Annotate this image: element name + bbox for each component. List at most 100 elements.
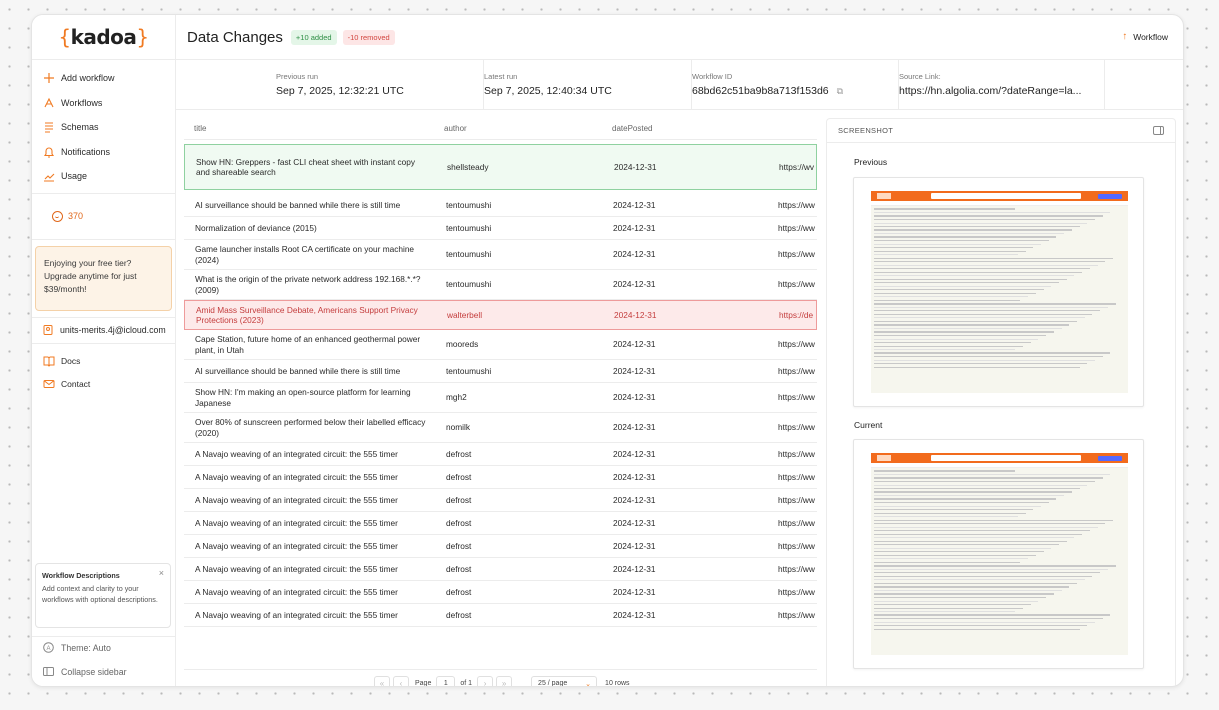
table-row[interactable]: Game launcher installs Root CA certifica… [184, 240, 817, 270]
page-input[interactable]: 1 [436, 675, 456, 686]
column-header-author[interactable]: author [444, 124, 467, 133]
cell-title: What is the origin of the private networ… [195, 274, 421, 295]
user-email: units-merits.4j@icloud.com [60, 325, 166, 335]
table-row[interactable]: What is the origin of the private networ… [184, 270, 817, 300]
screenshot-title: SCREENSHOT [838, 126, 894, 135]
table-row[interactable]: AI surveillance should be banned while t… [184, 360, 817, 383]
sidebar-item-docs[interactable]: Docs [32, 350, 175, 373]
current-screenshot-image [871, 453, 1128, 655]
table-row[interactable]: Over 80% of sunscreen performed below th… [184, 413, 817, 443]
sidebar: {kadoa} Add workflow Workflows Schemas N… [32, 15, 176, 686]
workflow-button[interactable]: ↑ Workflow [1122, 31, 1168, 42]
table-row[interactable]: Show HN: Greppers - fast CLI cheat sheet… [184, 144, 817, 190]
page-header: Data Changes +10 added -10 removed ↑ Wor… [176, 15, 1183, 60]
cell-url: https://ww [778, 392, 815, 403]
divider [32, 636, 176, 637]
cell-title: A Navajo weaving of an integrated circui… [195, 540, 398, 551]
user-account[interactable]: units-merits.4j@icloud.com [32, 318, 175, 344]
chevron-down-icon: ⌄ [585, 680, 592, 687]
table-row[interactable]: A Navajo weaving of an integrated circui… [184, 558, 817, 581]
table-row[interactable]: A Navajo weaving of an integrated circui… [184, 535, 817, 558]
kadoa-logo[interactable]: {kadoa} [58, 25, 149, 49]
workflow-desc-body: Add context and clarity to your workflow… [42, 584, 158, 604]
theme-toggle[interactable]: A Theme: Auto [43, 642, 111, 653]
cell-date: 2024-12-31 [613, 249, 656, 260]
cell-url: https://ww [778, 540, 815, 551]
table-row[interactable]: A Navajo weaving of an integrated circui… [184, 512, 817, 535]
current-screenshot[interactable] [853, 439, 1144, 669]
source-link-label: Source Link: [899, 72, 941, 81]
pagination-bar: « ‹ Page 1 of 1 › » 25 / page ⌄ 10 rows [184, 669, 817, 687]
theme-icon: A [43, 642, 54, 653]
cell-title: A Navajo weaving of an integrated circui… [195, 586, 398, 597]
collapse-sidebar-button[interactable]: Collapse sidebar [43, 666, 127, 677]
cell-url: https://ww [778, 249, 815, 260]
cell-date: 2024-12-31 [613, 392, 656, 403]
page-size-select[interactable]: 25 / page ⌄ [531, 675, 598, 687]
table-row[interactable]: A Navajo weaving of an integrated circui… [184, 581, 817, 604]
panel-toggle-icon[interactable] [1153, 126, 1164, 135]
sidebar-item-workflows[interactable]: Workflows [32, 91, 175, 116]
cell-date: 2024-12-31 [614, 161, 657, 172]
cell-url: https://ww [778, 365, 815, 376]
cell-date: 2024-12-31 [613, 222, 656, 233]
sidebar-item-usage[interactable]: Usage [32, 164, 175, 189]
rows-count: 10 rows [605, 680, 630, 687]
table-row[interactable]: A Navajo weaving of an integrated circui… [184, 604, 817, 627]
cell-date: 2024-12-31 [613, 279, 656, 290]
page-of-label: of 1 [460, 680, 473, 687]
column-header-dateposted[interactable]: datePosted [612, 124, 652, 133]
table-row[interactable]: Show HN: I'm making an open-source platf… [184, 383, 817, 413]
cell-date: 2024-12-31 [613, 365, 656, 376]
table-row[interactable]: A Navajo weaving of an integrated circui… [184, 443, 817, 466]
credits-counter[interactable]: 370 [32, 194, 175, 240]
upgrade-banner[interactable]: Enjoying your free tier? Upgrade anytime… [35, 245, 172, 311]
cell-title: A Navajo weaving of an integrated circui… [195, 609, 398, 620]
previous-screenshot-image [871, 191, 1128, 393]
sidebar-item-contact[interactable]: Contact [32, 373, 175, 396]
cell-title: A Navajo weaving of an integrated circui… [195, 471, 398, 482]
column-header-title[interactable]: title [194, 124, 206, 133]
bell-icon [43, 146, 55, 158]
cell-title: AI surveillance should be banned while t… [195, 365, 401, 376]
table-row[interactable]: Amid Mass Surveillance Debate, Americans… [184, 300, 817, 330]
sidebar-item-schemas[interactable]: Schemas [32, 115, 175, 140]
page-label: Page [415, 680, 432, 687]
cell-author: tentoumushi [446, 279, 492, 290]
previous-run-label: Previous run [276, 72, 319, 81]
next-page-icon[interactable]: › [477, 675, 494, 686]
previous-screenshot[interactable] [853, 177, 1144, 407]
cell-date: 2024-12-31 [613, 586, 656, 597]
workflow-id-value: 68bd62c51ba9b8a713f153d6 [692, 85, 829, 97]
source-link-value[interactable]: https://hn.algolia.com/?dateRange=la... [899, 85, 1104, 97]
first-page-icon[interactable]: « [374, 675, 390, 686]
table-row[interactable]: AI surveillance should be banned while t… [184, 194, 817, 217]
screenshot-header: SCREENSHOT [827, 119, 1175, 143]
table-row[interactable]: A Navajo weaving of an integrated circui… [184, 489, 817, 512]
removed-badge: -10 removed [342, 29, 395, 45]
table-row[interactable]: Normalization of deviance (2015) tentoumu… [184, 217, 817, 240]
collapse-label: Collapse sidebar [61, 666, 127, 677]
latest-run-value: Sep 7, 2025, 12:40:34 UTC [484, 85, 612, 97]
last-page-icon[interactable]: » [496, 675, 513, 686]
copy-icon[interactable]: ⧉ [837, 86, 843, 97]
theme-label: Theme: Auto [61, 642, 111, 653]
cell-date: 2024-12-31 [614, 309, 657, 320]
sidebar-item-add-workflow[interactable]: Add workflow [32, 66, 175, 91]
cell-date: 2024-12-31 [613, 563, 656, 574]
table-row[interactable]: A Navajo weaving of an integrated circui… [184, 466, 817, 489]
source-link: Source Link: https://hn.algolia.com/?dat… [899, 60, 1105, 109]
previous-run: Previous run Sep 7, 2025, 12:32:21 UTC [176, 60, 484, 109]
prev-page-icon[interactable]: ‹ [393, 675, 409, 686]
cell-url: https://ww [778, 279, 815, 290]
sidebar-item-notifications[interactable]: Notifications [32, 140, 175, 165]
cell-author: defrost [446, 517, 472, 528]
cell-url: https://ww [778, 222, 815, 233]
table-row[interactable]: Cape Station, future home of an enhanced… [184, 330, 817, 360]
cell-title: AI surveillance should be banned while t… [195, 199, 401, 210]
close-icon[interactable]: × [159, 568, 164, 579]
current-screenshot-label: Current [854, 420, 883, 430]
workflow-icon [43, 97, 55, 109]
previous-screenshot-label: Previous [854, 157, 888, 167]
upgrade-text: Enjoying your free tier? Upgrade anytime… [44, 257, 137, 294]
